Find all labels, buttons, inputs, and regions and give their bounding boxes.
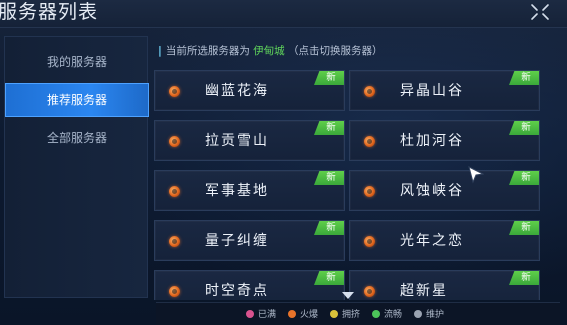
title-bar: 服务器列表 [0,0,567,28]
current-server-name: 伊甸城 [253,45,285,57]
legend-item-smooth: 流畅 [372,308,402,322]
status-hot-icon [169,186,180,197]
status-hot-icon [169,236,180,247]
crowded-status-icon [330,309,338,318]
section-marker: | [158,45,162,57]
server-card[interactable]: 量子纠缠 新 [154,220,345,261]
status-hot-icon [364,286,375,297]
mouse-cursor-icon [468,166,484,184]
legend-item-full: 已满 [246,308,276,322]
current-server-prefix: 当前所选服务器为 [165,45,250,57]
legend-item-hot: 火爆 [288,308,318,322]
server-card[interactable]: 风蚀峡谷 新 [349,170,540,211]
server-name: 异晶山谷 [400,83,464,99]
status-hot-icon [169,86,180,97]
legend-item-crowded: 拥挤 [330,308,360,322]
new-badge: 新 [509,71,539,85]
server-name: 风蚀峡谷 [400,183,464,199]
server-card[interactable]: 军事基地 新 [154,170,345,211]
status-hot-icon [169,136,180,147]
server-name: 军事基地 [205,183,269,199]
server-name: 幽蓝花海 [205,83,269,99]
status-hot-icon [364,86,375,97]
new-badge: 新 [509,121,539,135]
status-hot-icon [364,136,375,147]
server-card[interactable]: 幽蓝花海 新 [154,70,345,111]
server-name: 光年之恋 [400,233,464,249]
new-badge: 新 [314,71,344,85]
new-badge: 新 [314,121,344,135]
server-card[interactable]: 光年之恋 新 [349,220,540,261]
current-server-hint: （点击切换服务器） [288,45,383,57]
new-badge: 新 [314,221,344,235]
sidebar-item-recommended-servers[interactable]: 推荐服务器 [5,83,149,117]
server-card[interactable]: 异晶山谷 新 [349,70,540,111]
server-name: 时空奇点 [205,283,269,299]
server-card[interactable]: 超新星 新 [349,270,540,300]
sidebar-item-all-servers[interactable]: 全部服务器 [5,121,149,155]
legend-item-maintenance: 维护 [414,308,444,322]
server-card[interactable]: 时空奇点 新 [154,270,345,300]
server-name: 超新星 [400,283,448,299]
server-grid: 幽蓝花海 新 异晶山谷 新 拉贡雪山 新 杜加河谷 新 军事基地 新 风蚀峡谷 … [148,64,560,300]
scroll-down-icon[interactable] [342,292,354,300]
new-badge: 新 [314,171,344,185]
smooth-status-icon [372,309,380,318]
new-badge: 新 [314,271,344,285]
new-badge: 新 [509,171,539,185]
sidebar: 我的服务器 推荐服务器 全部服务器 [4,36,149,298]
new-badge: 新 [509,221,539,235]
status-legend: 已满 火爆 拥挤 流畅 维护 [156,302,560,325]
current-server-line[interactable]: | 当前所选服务器为 伊甸城 （点击切换服务器） [158,42,383,60]
new-badge: 新 [509,271,539,285]
window-title: 服务器列表 [0,1,99,23]
server-name: 拉贡雪山 [205,133,269,149]
status-hot-icon [364,236,375,247]
full-status-icon [246,309,254,318]
server-name: 量子纠缠 [205,233,269,249]
hot-status-icon [288,309,296,318]
status-hot-icon [169,286,180,297]
status-hot-icon [364,186,375,197]
sidebar-item-my-servers[interactable]: 我的服务器 [5,45,149,79]
server-card[interactable]: 杜加河谷 新 [349,120,540,161]
server-name: 杜加河谷 [400,133,464,149]
close-button[interactable] [525,0,555,24]
close-icon [531,4,549,20]
maintenance-status-icon [414,309,422,318]
server-card[interactable]: 拉贡雪山 新 [154,120,345,161]
